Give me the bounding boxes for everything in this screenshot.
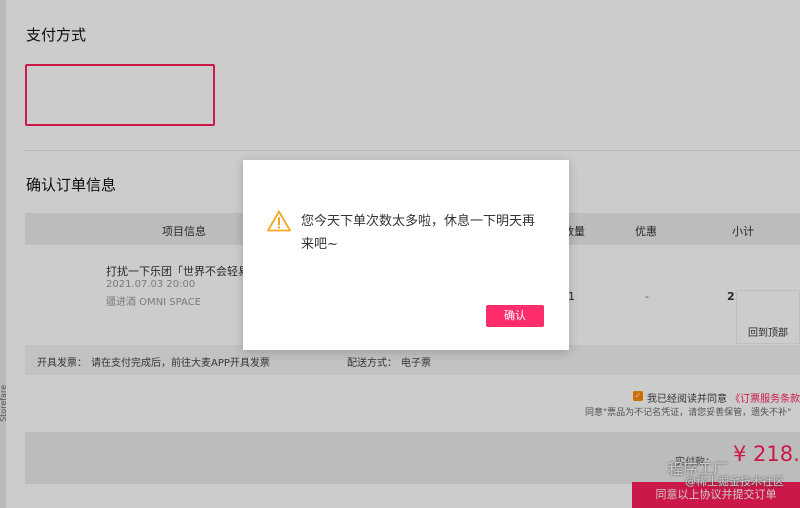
alert-dialog: 您今天下单次数太多啦，休息一下明天再来吧~ 确认 (243, 160, 569, 350)
confirm-button[interactable]: 确认 (486, 305, 544, 327)
warning-icon (267, 210, 291, 232)
dialog-message: 您今天下单次数太多啦，休息一下明天再来吧~ (301, 214, 536, 252)
